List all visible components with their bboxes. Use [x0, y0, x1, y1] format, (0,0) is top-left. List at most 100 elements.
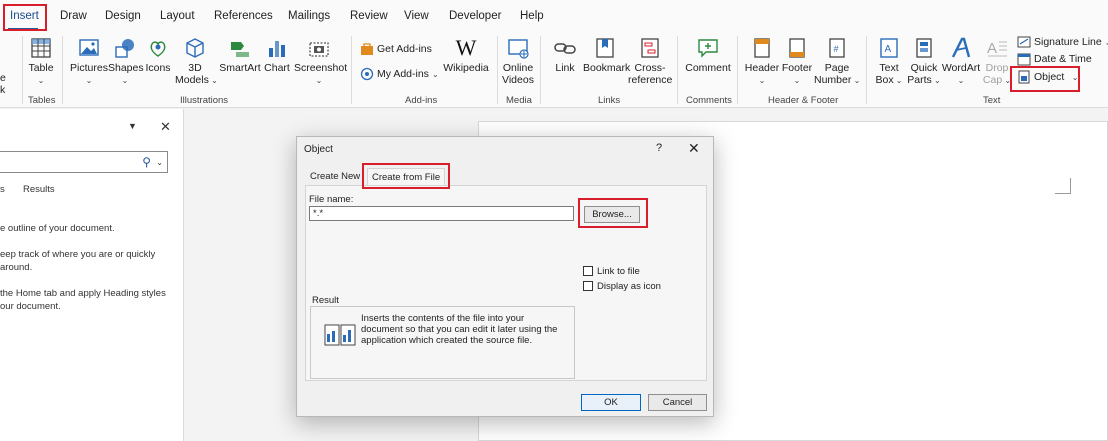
tab-help[interactable]: Help — [520, 10, 544, 22]
chevron-down-icon[interactable]: ▼ — [128, 121, 137, 131]
search-icon[interactable]: ⚲ — [142, 155, 151, 169]
link-button[interactable]: Link — [550, 36, 580, 74]
chevron-down-icon: ⌄ — [931, 76, 941, 85]
file-name-input[interactable]: *.* — [309, 206, 574, 221]
object-button-highlight — [1010, 66, 1080, 92]
3d-models-label-1: 3D — [188, 62, 202, 74]
chart-icon — [269, 41, 285, 57]
object-dialog: Object ? ✕ Create New Create from File F… — [296, 136, 714, 417]
header-label: Header — [744, 62, 780, 74]
partial-button-label-1: e — [0, 72, 6, 84]
page-number-label-1: Page — [824, 62, 850, 74]
chart-button[interactable]: Chart — [262, 36, 292, 74]
drop-cap-button[interactable]: A Drop Cap ⌄ — [982, 36, 1012, 87]
quick-parts-button[interactable]: Quick Parts ⌄ — [907, 36, 941, 87]
table-button[interactable]: Table ⌄ — [27, 36, 55, 87]
signature-icon — [1017, 36, 1031, 48]
smartart-button[interactable]: SmartArt — [218, 36, 262, 74]
shapes-button[interactable]: Shapes ⌄ — [108, 36, 144, 87]
chevron-down-icon: ⌄ — [121, 76, 129, 85]
get-addins-button[interactable]: Get Add-ins — [360, 42, 432, 56]
comment-icon — [698, 39, 718, 58]
display-as-icon-checkbox[interactable] — [583, 281, 593, 291]
chevron-down-icon: ⌄ — [851, 76, 861, 85]
pictures-button[interactable]: Pictures ⌄ — [70, 36, 108, 87]
nav-help-line-4: the Home tab and apply Heading styles — [0, 288, 166, 299]
nav-tab-pages[interactable]: s — [0, 183, 5, 196]
chevron-down-icon: ⌄ — [793, 76, 801, 85]
text-box-label-2: Box — [875, 74, 894, 86]
page-number-button[interactable]: # Page Number ⌄ — [814, 36, 860, 87]
comment-label: Comment — [685, 62, 731, 74]
chart-label: Chart — [264, 62, 290, 74]
get-addins-label: Get Add-ins — [377, 43, 432, 55]
footer-label: Footer — [781, 62, 813, 74]
tab-draw[interactable]: Draw — [60, 10, 87, 22]
tab-mailings[interactable]: Mailings — [288, 10, 330, 22]
close-icon[interactable]: ✕ — [160, 119, 171, 135]
link-to-file-checkbox[interactable] — [583, 266, 593, 276]
wordart-label: WordArt — [941, 62, 981, 74]
wikipedia-button[interactable]: W Wikipedia — [441, 35, 491, 75]
separator — [866, 36, 867, 104]
date-time-button[interactable]: Date & Time — [1017, 52, 1092, 66]
header-icon — [754, 38, 770, 58]
wikipedia-label: Wikipedia — [443, 62, 489, 74]
tab-create-new[interactable]: Create New — [310, 171, 360, 182]
online-videos-button[interactable]: Online Videos — [501, 36, 535, 86]
signature-line-button[interactable]: Signature Line ⌄ — [1017, 35, 1108, 49]
link-to-file-label[interactable]: Link to file — [597, 266, 640, 277]
tab-view[interactable]: View — [404, 10, 429, 22]
addins-icon — [360, 67, 374, 81]
group-label-header-footer: Header & Footer — [768, 95, 839, 106]
file-name-label: File name: — [309, 194, 354, 205]
cross-reference-button[interactable]: Cross-reference — [628, 36, 672, 86]
bookmark-icon — [596, 38, 614, 58]
wordart-button[interactable]: WordArt ⌄ — [941, 36, 981, 87]
result-label: Result — [310, 295, 341, 306]
wikipedia-icon: W — [455, 35, 477, 60]
icons-button[interactable]: Icons — [143, 36, 173, 74]
chevron-down-icon: ⌄ — [315, 76, 323, 85]
ribbon-tab-bar: Insert Draw Design Layout References Mai… — [0, 0, 1108, 32]
nav-tab-results[interactable]: Results — [23, 183, 55, 196]
link-icon — [554, 43, 576, 54]
tab-layout[interactable]: Layout — [160, 10, 195, 22]
bookmark-button[interactable]: Bookmark — [583, 36, 630, 74]
chevron-down-icon: ⌄ — [758, 76, 766, 85]
group-label-text: Text — [983, 95, 1001, 106]
my-addins-button[interactable]: My Add-ins ⌄ — [360, 67, 439, 81]
browse-button-highlight — [578, 198, 648, 228]
screenshot-icon — [309, 42, 329, 57]
chevron-down-icon[interactable]: ⌄ — [156, 158, 163, 167]
tab-developer[interactable]: Developer — [449, 10, 501, 22]
footer-button[interactable]: Footer ⌄ — [780, 36, 814, 87]
icons-label: Icons — [145, 62, 171, 74]
3d-models-button[interactable]: 3D Models ⌄ — [175, 36, 218, 87]
tab-review[interactable]: Review — [350, 10, 388, 22]
comment-button[interactable]: Comment — [684, 36, 732, 74]
screenshot-button[interactable]: Screenshot ⌄ — [294, 36, 347, 87]
smartart-label: SmartArt — [219, 62, 261, 74]
tab-references[interactable]: References — [214, 10, 273, 22]
separator — [497, 36, 498, 104]
group-label-illustrations: Illustrations — [180, 95, 229, 106]
tab-design[interactable]: Design — [105, 10, 141, 22]
help-icon[interactable]: ? — [656, 142, 662, 154]
cancel-button[interactable]: Cancel — [648, 394, 707, 411]
display-as-icon-label[interactable]: Display as icon — [597, 281, 661, 292]
cross-reference-label-2: reference — [628, 74, 673, 86]
dialog-close-button[interactable]: ✕ — [688, 140, 700, 157]
store-icon — [361, 43, 373, 55]
online-videos-label-1: Online — [502, 62, 534, 74]
pictures-label: Pictures — [70, 62, 108, 74]
text-box-label-1: Text — [879, 62, 899, 74]
insert-tab-highlight — [3, 4, 47, 31]
text-box-button[interactable]: A Text Box ⌄ — [873, 36, 905, 87]
result-box: Inserts the contents of the file into yo… — [310, 306, 575, 379]
search-input[interactable]: ⚲ ⌄ — [0, 151, 168, 173]
ok-button[interactable]: OK — [581, 394, 641, 411]
header-button[interactable]: Header ⌄ — [744, 36, 780, 87]
drop-cap-icon: A — [987, 40, 1007, 57]
svg-text:A: A — [885, 44, 892, 55]
